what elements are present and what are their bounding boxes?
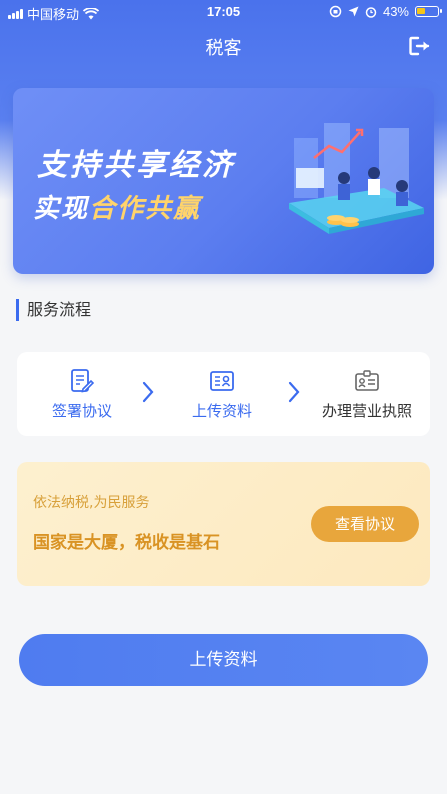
sign-document-icon bbox=[71, 369, 95, 393]
step-label: 上传资料 bbox=[191, 402, 252, 420]
banner-slogan-prefix: 实现 bbox=[33, 194, 90, 224]
promo-banner[interactable]: 支持共享经济 实现合作共赢 bbox=[13, 88, 434, 274]
process-card: 签署协议 上传资料 办理营业执照 bbox=[17, 352, 430, 436]
banner-slogan-highlight: 合作共赢 bbox=[89, 194, 202, 224]
banner-slogan-line1: 支持共享经济 bbox=[37, 148, 235, 183]
step-upload-materials[interactable]: 上传资料 bbox=[157, 368, 287, 421]
battery-percent: 43% bbox=[382, 4, 409, 19]
battery-icon bbox=[415, 6, 442, 17]
step-sign-agreement[interactable]: 签署协议 bbox=[17, 368, 147, 421]
banner-slogan-line2: 实现合作共赢 bbox=[33, 188, 201, 225]
id-card-icon bbox=[210, 371, 234, 391]
notice-headline: 国家是大厦，税收是基石 bbox=[33, 533, 220, 553]
step-business-license[interactable]: 办理营业执照 bbox=[302, 368, 432, 421]
notice-subtitle: 依法纳税,为民服务 bbox=[33, 495, 150, 511]
page-title: 税客 bbox=[205, 38, 242, 59]
orientation-lock-icon bbox=[329, 5, 342, 18]
step-label: 签署协议 bbox=[51, 402, 112, 420]
location-icon bbox=[348, 6, 359, 17]
chevron-right-icon bbox=[288, 381, 300, 403]
chevron-right-icon bbox=[142, 381, 154, 403]
notice-card: 依法纳税,为民服务 国家是大厦，税收是基石 查看协议 bbox=[17, 462, 430, 586]
view-agreement-button[interactable]: 查看协议 bbox=[311, 506, 419, 542]
upload-materials-button[interactable]: 上传资料 bbox=[19, 634, 428, 686]
status-bar: 中国移动 17:05 43% bbox=[0, 0, 447, 24]
step-label: 办理营业执照 bbox=[321, 402, 412, 420]
logout-icon[interactable] bbox=[409, 36, 431, 56]
section-title: 服务流程 bbox=[16, 299, 91, 321]
business-license-icon bbox=[355, 370, 379, 391]
alarm-icon bbox=[365, 6, 377, 18]
banner-illustration bbox=[289, 123, 424, 234]
